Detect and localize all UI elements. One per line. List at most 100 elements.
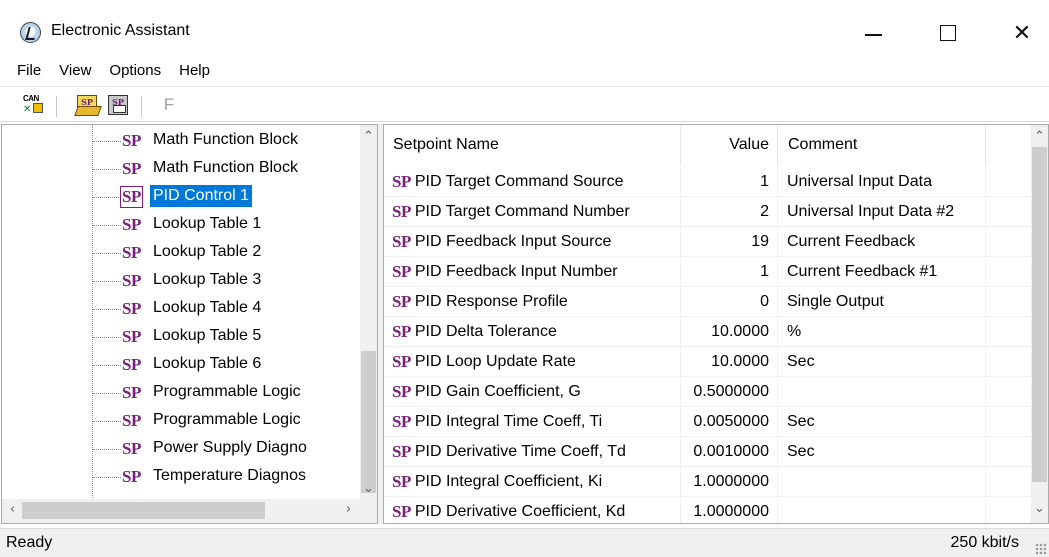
tree-item[interactable]: SP Lookup Table 6: [2, 352, 362, 379]
setpoint-value[interactable]: 1.0000000: [681, 497, 778, 523]
setpoint-value[interactable]: 1.0000000: [681, 467, 778, 497]
scroll-up-icon[interactable]: ⌃: [1031, 129, 1048, 144]
setpoint-value[interactable]: 0.5000000: [681, 377, 778, 407]
tree-item-label: Lookup Table 4: [153, 299, 262, 316]
toolbar-separator: [56, 96, 57, 117]
setpoint-name-cell: SP PID Loop Update Rate: [384, 347, 681, 377]
scroll-up-icon[interactable]: ⌃: [360, 129, 377, 144]
tree-connector: [93, 449, 121, 450]
setpoint-name-cell: SP PID Feedback Input Source: [384, 227, 681, 257]
scrollbar-thumb[interactable]: [1032, 147, 1047, 482]
tree-item-label: PID Control 1: [150, 185, 253, 207]
setpoint-value[interactable]: 0: [681, 287, 778, 317]
tree-item-label: Programmable Logic: [153, 411, 301, 428]
tree-item[interactable]: SP Power Supply Diagno: [2, 436, 362, 463]
scroll-left-icon[interactable]: ‹: [4, 502, 21, 517]
setpoint-name: PID Feedback Input Number: [414, 263, 618, 280]
tree-item[interactable]: SP Programmable Logic: [2, 380, 362, 407]
setpoint-value[interactable]: 10.0000: [681, 347, 778, 377]
column-header-name[interactable]: Setpoint Name: [384, 125, 681, 165]
close-button[interactable]: ✕: [999, 14, 1045, 52]
setpoint-comment: Sec: [778, 407, 986, 437]
close-icon: ✕: [1012, 20, 1032, 46]
table-row[interactable]: SP PID Integral Time Coeff, Ti 0.0050000 Se…: [384, 407, 1032, 437]
tree-vertical-scrollbar[interactable]: ⌃ ⌄: [360, 125, 377, 500]
setpoint-icon: SP: [392, 292, 411, 311]
setpoint-name: PID Derivative Coefficient, Kd: [414, 503, 626, 520]
table-row[interactable]: SP PID Target Command Source 1 Universal In…: [384, 167, 1032, 197]
flash-button[interactable]: F: [156, 92, 182, 118]
tree-horizontal-scrollbar[interactable]: ‹ ›: [2, 499, 377, 523]
setpoint-name-cell: SP PID Target Command Source: [384, 167, 681, 197]
open-setpoint-button[interactable]: SP: [74, 92, 100, 118]
setpoint-comment: Universal Input Data #2: [778, 197, 986, 227]
tree-item[interactable]: SP Math Function Block: [2, 128, 362, 155]
window-title: Electronic Assistant: [51, 22, 190, 39]
setpoint-icon: SP: [120, 186, 143, 208]
tree-item-label: Lookup Table 5: [153, 327, 262, 344]
baud-rate-indicator: 250 kbit/s: [950, 534, 1019, 551]
tree-connector: [93, 421, 121, 422]
setpoint-value[interactable]: 19: [681, 227, 778, 257]
setpoint-value[interactable]: 0.0010000: [681, 437, 778, 467]
setpoint-value[interactable]: 10.0000: [681, 317, 778, 347]
table-row[interactable]: SP PID Response Profile 0 Single Output: [384, 287, 1032, 317]
setpoint-name-cell: SP PID Derivative Coefficient, Kd: [384, 497, 681, 523]
table-row[interactable]: SP PID Feedback Input Source 19 Current Fee…: [384, 227, 1032, 257]
tree-item[interactable]: SP Temperature Diagnos: [2, 464, 362, 491]
tree-item[interactable]: SP Lookup Table 5: [2, 324, 362, 351]
setpoint-value[interactable]: 1: [681, 167, 778, 197]
scrollbar-thumb[interactable]: [22, 502, 265, 519]
table-row[interactable]: SP PID Loop Update Rate 10.0000 Sec: [384, 347, 1032, 377]
tree-item[interactable]: SP Lookup Table 4: [2, 296, 362, 323]
table-row[interactable]: SP PID Gain Coefficient, G 0.5000000: [384, 377, 1032, 407]
menu-options[interactable]: Options: [109, 62, 161, 79]
save-setpoint-button[interactable]: SP: [105, 92, 131, 118]
tree-item[interactable]: SP Lookup Table 1: [2, 212, 362, 239]
can-connect-button[interactable]: CAN ✕: [20, 92, 46, 118]
table-row[interactable]: SP PID Integral Coefficient, Ki 1.0000000: [384, 467, 1032, 497]
tree-item-label: Programmable Logic: [153, 383, 301, 400]
tree-connector: [93, 225, 121, 226]
setpoint-tree[interactable]: SP Math Function Block SP Math Function Blo…: [1, 124, 378, 524]
scrollbar-thumb[interactable]: [361, 351, 376, 493]
title-bar: Electronic Assistant ✕: [0, 0, 1049, 56]
table-row[interactable]: SP PID Delta Tolerance 10.0000%: [384, 317, 1032, 347]
table-row[interactable]: SP PID Derivative Time Coeff, Td 0.0010000…: [384, 437, 1032, 467]
tree-connector: [93, 393, 121, 394]
column-header-value[interactable]: Value: [681, 125, 778, 165]
column-header-comment[interactable]: Comment: [778, 125, 986, 165]
setpoint-value[interactable]: 1: [681, 257, 778, 287]
app-icon[interactable]: [20, 22, 41, 43]
tree-item[interactable]: SP PID Control 1: [2, 184, 362, 211]
table-row[interactable]: SP PID Target Command Number 2 Universal In…: [384, 197, 1032, 227]
setpoint-name-cell: SP PID Integral Time Coeff, Ti: [384, 407, 681, 437]
tree-connector: [93, 197, 121, 198]
menu-help[interactable]: Help: [179, 62, 210, 79]
setpoint-icon: SP: [392, 202, 411, 221]
tree-item-label: Lookup Table 2: [153, 243, 262, 260]
scroll-down-icon[interactable]: ⌄: [1031, 501, 1048, 516]
setpoint-icon: SP: [122, 411, 141, 430]
tree-item[interactable]: SP Lookup Table 2: [2, 240, 362, 267]
table-row[interactable]: SP PID Feedback Input Number 1 Current Feed…: [384, 257, 1032, 287]
scroll-down-icon[interactable]: ⌄: [360, 481, 377, 496]
resize-grip-icon[interactable]: [1035, 543, 1047, 555]
setpoint-name: PID Derivative Time Coeff, Td: [414, 443, 626, 460]
menu-file[interactable]: File: [17, 62, 41, 79]
setpoint-icon: SP: [392, 472, 411, 491]
tree-item[interactable]: SP Programmable Logic: [2, 408, 362, 435]
setpoint-name-cell: SP PID Integral Coefficient, Ki: [384, 467, 681, 497]
setpoint-icon: SP: [122, 439, 141, 458]
table-vertical-scrollbar[interactable]: ⌃ ⌄: [1031, 125, 1048, 523]
maximize-button[interactable]: [925, 14, 971, 52]
table-row[interactable]: SP PID Derivative Coefficient, Kd 1.000000…: [384, 497, 1032, 523]
menu-view[interactable]: View: [59, 62, 91, 79]
minimize-button[interactable]: [850, 14, 896, 52]
scroll-right-icon[interactable]: ›: [340, 502, 357, 517]
setpoint-comment: Current Feedback #1: [778, 257, 986, 287]
setpoint-value[interactable]: 2: [681, 197, 778, 227]
tree-item[interactable]: SP Lookup Table 3: [2, 268, 362, 295]
setpoint-value[interactable]: 0.0050000: [681, 407, 778, 437]
tree-item[interactable]: SP Math Function Block: [2, 156, 362, 183]
